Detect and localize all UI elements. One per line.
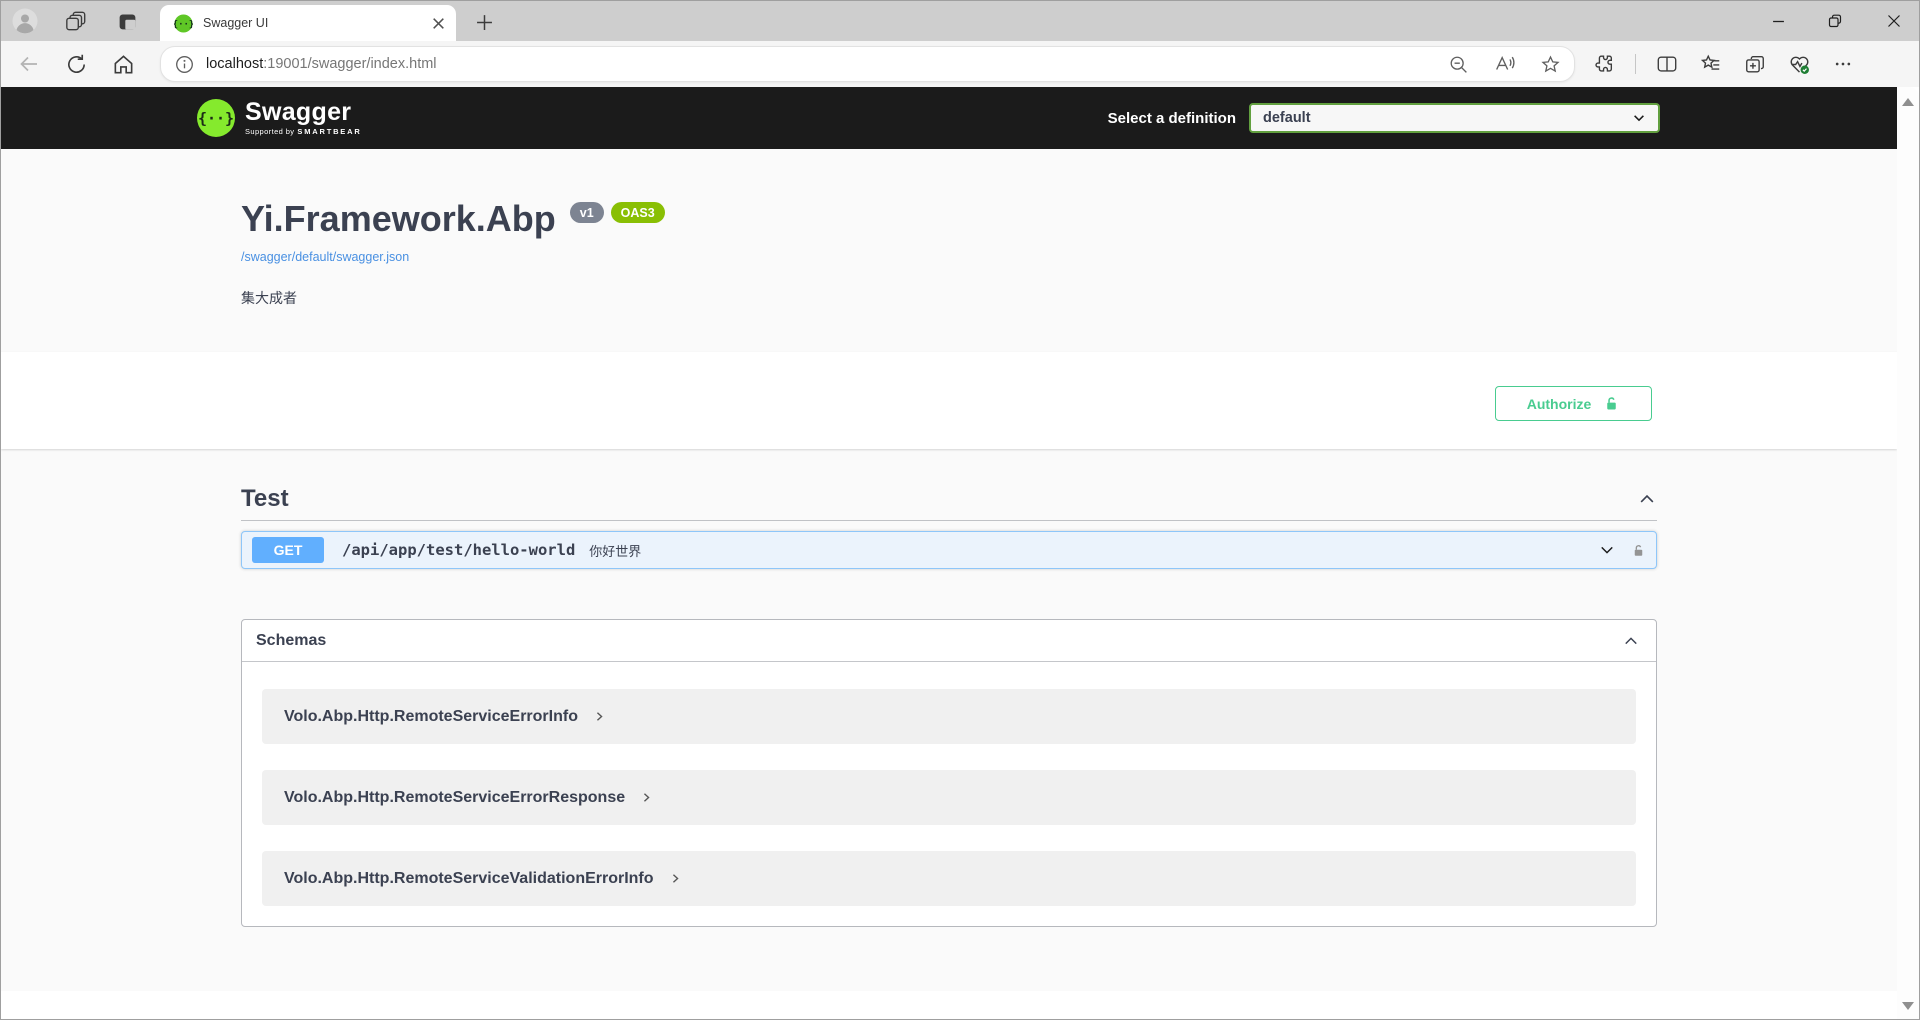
- logo-name: Swagger: [245, 100, 362, 125]
- browser-essentials-icon[interactable]: [1786, 51, 1812, 77]
- scheme-container: Authorize: [1, 352, 1897, 449]
- settings-more-icon[interactable]: [1830, 51, 1856, 77]
- tab-title: Swagger UI: [203, 16, 431, 30]
- model-row[interactable]: Volo.Abp.Http.RemoteServiceErrorResponse: [262, 770, 1636, 825]
- url-path: :19001/swagger/index.html: [263, 56, 436, 72]
- spec-json-link[interactable]: /swagger/default/swagger.json: [241, 250, 409, 264]
- unlock-icon: [1603, 395, 1620, 412]
- chevron-right-icon[interactable]: [670, 873, 681, 884]
- authorize-label: Authorize: [1527, 396, 1592, 412]
- schemas-title: Schemas: [256, 632, 326, 650]
- svg-text:{··}: {··}: [174, 19, 193, 29]
- read-aloud-icon[interactable]: [1492, 52, 1516, 76]
- collections-icon[interactable]: [1742, 51, 1768, 77]
- operation-description: 你好世界: [589, 541, 641, 560]
- url-text[interactable]: localhost:19001/swagger/index.html: [206, 56, 1424, 72]
- chevron-up-icon[interactable]: [1622, 632, 1640, 650]
- scroll-down-arrow[interactable]: [1902, 1002, 1914, 1010]
- swagger-logo: {··} Swagger Supported bySMARTBEAR: [196, 98, 362, 138]
- page-content: {··} Swagger Supported bySMARTBEAR Selec…: [1, 87, 1897, 1020]
- page-scrollbar[interactable]: [1897, 87, 1919, 1020]
- site-info-icon[interactable]: [175, 55, 194, 74]
- tag-header-test[interactable]: Test: [241, 484, 1657, 514]
- split-screen-icon[interactable]: [1654, 51, 1680, 77]
- url-host: localhost: [206, 56, 263, 72]
- chevron-right-icon[interactable]: [641, 792, 652, 803]
- tag-title: Test: [241, 485, 289, 513]
- back-icon[interactable]: [16, 51, 42, 77]
- select-definition-label: Select a definition: [1108, 110, 1236, 127]
- model-name: Volo.Abp.Http.RemoteServiceErrorInfo: [284, 708, 578, 726]
- tab-close-icon[interactable]: [431, 16, 446, 31]
- favorite-star-icon[interactable]: [1538, 52, 1562, 76]
- chevron-down-icon: [1632, 111, 1646, 125]
- chevron-down-icon[interactable]: [1598, 541, 1616, 559]
- model-row[interactable]: Volo.Abp.Http.RemoteServiceErrorInfo: [262, 689, 1636, 744]
- avatar-icon: [12, 8, 38, 34]
- window-close-button[interactable]: [1879, 7, 1909, 35]
- swagger-favicon: {··}: [174, 14, 193, 33]
- swagger-topbar: {··} Swagger Supported bySMARTBEAR Selec…: [1, 87, 1897, 149]
- refresh-icon[interactable]: [63, 51, 89, 77]
- browser-tab[interactable]: {··} Swagger UI: [160, 5, 456, 41]
- authorize-button[interactable]: Authorize: [1495, 386, 1652, 421]
- toolbar-right: [1591, 51, 1856, 77]
- operations-wrapper: Test GET /api/app/test/hello-world 你好世界: [1, 449, 1897, 991]
- new-tab-button[interactable]: [473, 11, 495, 33]
- swagger-logo-icon: {··}: [196, 98, 236, 138]
- operation-lock-icon[interactable]: [1631, 543, 1646, 558]
- window-minimize-button[interactable]: [1763, 7, 1793, 35]
- browser-toolbar: localhost:19001/swagger/index.html: [1, 41, 1919, 87]
- browser-window: {··} Swagger UI: [0, 0, 1920, 1020]
- toolbar-divider: [1635, 54, 1636, 74]
- method-badge-get: GET: [252, 537, 324, 563]
- model-name: Volo.Abp.Http.RemoteServiceValidationErr…: [284, 870, 654, 888]
- swagger-logo-text: Swagger Supported bySMARTBEAR: [245, 100, 362, 136]
- tag-divider: [241, 520, 1657, 521]
- chevron-right-icon[interactable]: [594, 711, 605, 722]
- window-restore-button[interactable]: [1820, 7, 1850, 35]
- home-icon[interactable]: [110, 51, 136, 77]
- api-title-row: Yi.Framework.Abp v1 OAS3: [241, 201, 1897, 237]
- logo-tagline: Supported bySMARTBEAR: [245, 128, 362, 136]
- address-bar[interactable]: localhost:19001/swagger/index.html: [160, 46, 1575, 82]
- schemas-section: Schemas Volo.Abp.Http.RemoteServiceError…: [241, 619, 1657, 927]
- version-badge: v1: [570, 202, 604, 223]
- tab-actions-icon[interactable]: [114, 8, 140, 34]
- titlebar: {··} Swagger UI: [1, 1, 1919, 41]
- extensions-icon[interactable]: [1591, 51, 1617, 77]
- svg-text:{··}: {··}: [198, 110, 234, 128]
- oas3-badge: OAS3: [611, 202, 665, 223]
- schemas-header[interactable]: Schemas: [242, 620, 1656, 662]
- api-title: Yi.Framework.Abp: [241, 201, 556, 237]
- zoom-out-icon[interactable]: [1446, 52, 1470, 76]
- operation-path: /api/app/test/hello-world: [342, 541, 575, 559]
- definition-select[interactable]: default: [1249, 103, 1660, 133]
- favorites-bar-icon[interactable]: [1698, 51, 1724, 77]
- scroll-up-arrow[interactable]: [1902, 98, 1914, 106]
- workspaces-icon[interactable]: [63, 8, 89, 34]
- model-row[interactable]: Volo.Abp.Http.RemoteServiceValidationErr…: [262, 851, 1636, 906]
- chevron-up-icon[interactable]: [1637, 489, 1657, 509]
- profile-avatar[interactable]: [12, 8, 38, 34]
- definition-picker: Select a definition default: [1108, 103, 1660, 133]
- definition-select-value: default: [1263, 110, 1632, 126]
- api-description: 集大成者: [241, 288, 1897, 308]
- operation-get-hello-world[interactable]: GET /api/app/test/hello-world 你好世界: [241, 531, 1657, 569]
- api-info-section: Yi.Framework.Abp v1 OAS3 /swagger/defaul…: [1, 149, 1897, 352]
- model-name: Volo.Abp.Http.RemoteServiceErrorResponse: [284, 789, 625, 807]
